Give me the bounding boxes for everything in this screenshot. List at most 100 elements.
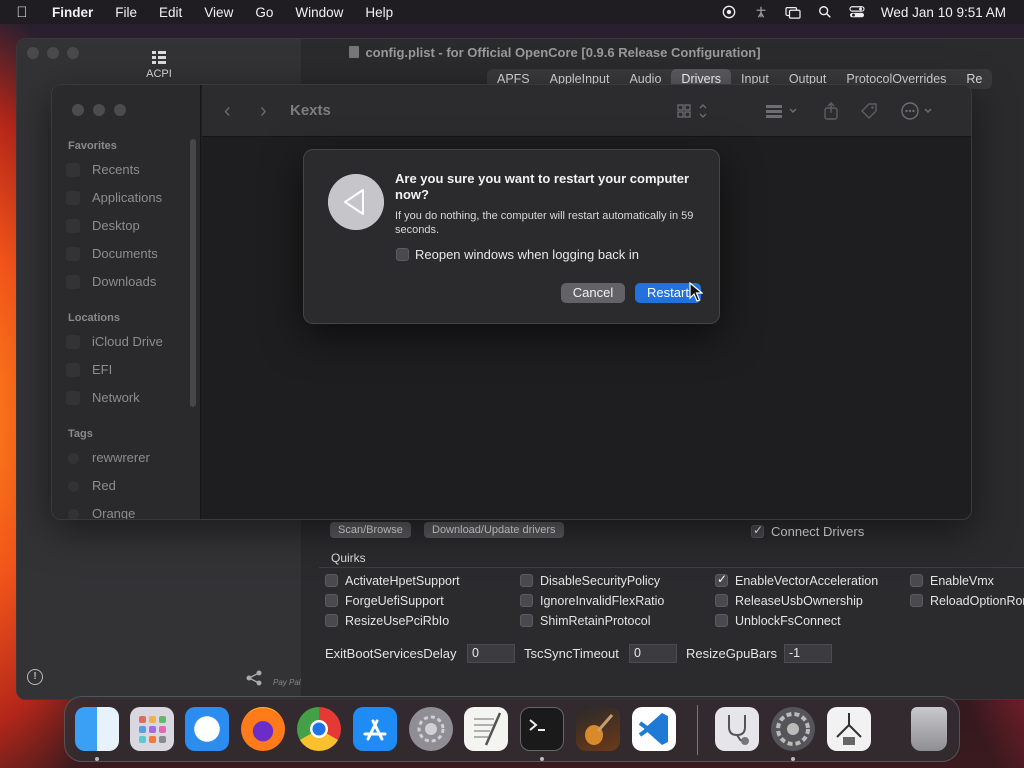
sidebar-item-tag-orange[interactable]: Orange	[68, 506, 135, 519]
quirk-label: DisableSecurityPolicy	[540, 574, 661, 588]
quirk-ignoreinvalidflexratio[interactable]: IgnoreInvalidFlexRatio	[520, 594, 664, 608]
sidebar-item-desktop[interactable]: Desktop	[66, 218, 140, 233]
oc-sidebar-label: ACPI	[146, 68, 172, 80]
checkbox[interactable]	[910, 594, 923, 607]
close-button[interactable]	[27, 47, 39, 59]
sidebar-scrollbar[interactable]	[190, 139, 196, 407]
screen-mirroring-icon[interactable]	[785, 5, 801, 19]
quirk-enablevectoracceleration[interactable]: EnableVectorAcceleration	[715, 572, 878, 588]
launchpad-icon[interactable]	[130, 707, 174, 751]
sidebar-item-recents[interactable]: Recents	[66, 162, 140, 177]
resizegpubars-field[interactable]: -1	[784, 644, 832, 663]
sidebar-item-tag-red[interactable]: Red	[68, 478, 116, 493]
tag-dot-icon	[68, 453, 79, 464]
running-indicator	[95, 757, 99, 761]
quirk-reloadoptionrom[interactable]: ReloadOptionRon	[910, 594, 1024, 608]
menu-go[interactable]: Go	[244, 5, 284, 20]
tag-icon[interactable]	[859, 101, 879, 121]
control-center-icon[interactable]	[849, 5, 865, 19]
accessibility-icon[interactable]	[753, 5, 769, 19]
menu-file[interactable]: File	[104, 5, 148, 20]
minimize-button[interactable]	[47, 47, 59, 59]
app-store-icon[interactable]	[353, 707, 397, 751]
quirk-unblockfsconnect[interactable]: UnblockFsConnect	[715, 614, 841, 628]
terminal-icon[interactable]	[520, 707, 564, 751]
forward-chevron-icon[interactable]: ›	[260, 100, 267, 123]
quirk-shimretainprotocol[interactable]: ShimRetainProtocol	[520, 614, 650, 628]
quirk-resizeusepcirbio[interactable]: ResizeUsePciRbIo	[325, 614, 449, 628]
opencore-configurator-icon[interactable]	[771, 707, 815, 751]
exitbootservicesdelay-field[interactable]: 0	[467, 644, 515, 663]
garageband-icon[interactable]	[576, 707, 620, 751]
checkbox[interactable]	[396, 248, 409, 261]
group-by-icon[interactable]	[764, 101, 802, 121]
checkbox[interactable]	[715, 614, 728, 627]
propertree-icon[interactable]	[827, 707, 871, 751]
sidebar-item-downloads[interactable]: Downloads	[66, 274, 156, 289]
minimize-button[interactable]	[93, 104, 105, 116]
checkbox[interactable]	[715, 594, 728, 607]
menu-app-name[interactable]: Finder	[44, 5, 104, 20]
apple-menu-icon[interactable]: 	[0, 4, 44, 21]
zoom-button[interactable]	[114, 104, 126, 116]
checkbox[interactable]	[520, 574, 533, 587]
checkbox[interactable]	[325, 594, 338, 607]
connect-drivers-checkbox[interactable]: Connect Drivers	[751, 523, 864, 539]
quirk-enablevmx[interactable]: EnableVmx	[910, 574, 994, 588]
paypal-logo[interactable]: Pay Pal	[273, 678, 301, 687]
reopen-windows-checkbox[interactable]: Reopen windows when logging back in	[396, 247, 639, 262]
launchpad-grid	[139, 716, 166, 743]
checkbox[interactable]	[520, 594, 533, 607]
textedit-icon[interactable]	[464, 707, 508, 751]
download-update-drivers-button[interactable]: Download/Update drivers	[424, 522, 564, 538]
quirk-activatehpetsupport[interactable]: ActivateHpetSupport	[325, 574, 460, 588]
sidebar-item-applications[interactable]: Applications	[66, 190, 162, 205]
quirk-disablesecuritypolicy[interactable]: DisableSecurityPolicy	[520, 574, 660, 588]
tscsynctimeout-field[interactable]: 0	[629, 644, 677, 663]
safari-icon[interactable]	[185, 707, 229, 751]
view-grid-icon[interactable]	[676, 101, 712, 121]
quirk-releaseusbownership[interactable]: ReleaseUsbOwnership	[715, 594, 863, 608]
close-button[interactable]	[72, 104, 84, 116]
checkbox[interactable]	[715, 572, 728, 587]
menu-window[interactable]: Window	[284, 5, 354, 20]
disk-utility-icon[interactable]	[715, 707, 759, 751]
info-icon[interactable]: !	[27, 669, 43, 685]
quirk-label: ForgeUefiSupport	[345, 594, 444, 608]
system-settings-icon[interactable]	[409, 707, 453, 751]
back-chevron-icon[interactable]: ‹	[224, 100, 231, 123]
scan-browse-button[interactable]: Scan/Browse	[330, 522, 411, 538]
menu-help[interactable]: Help	[354, 5, 404, 20]
menu-bar-clock[interactable]: Wed Jan 10 9:51 AM	[881, 5, 1006, 20]
tag-dot-icon	[68, 509, 79, 519]
sidebar-item-documents[interactable]: Documents	[66, 246, 158, 261]
menu-view[interactable]: View	[193, 5, 244, 20]
sidebar-item-efi[interactable]: EFI	[66, 362, 113, 377]
share-icon[interactable]	[245, 669, 263, 687]
checkbox[interactable]	[910, 574, 923, 587]
trash-icon[interactable]	[911, 707, 947, 751]
quirk-forgeuefisupport[interactable]: ForgeUefiSupport	[325, 594, 444, 608]
spotlight-search-icon[interactable]	[817, 5, 833, 19]
checkbox[interactable]	[325, 614, 338, 627]
oc-sidebar-item-acpi[interactable]: ACPI	[139, 49, 179, 80]
sidebar-item-label: Recents	[92, 162, 140, 177]
zoom-button[interactable]	[67, 47, 79, 59]
sidebar-item-label: EFI	[92, 362, 113, 377]
sidebar-item-label: rewwrerer	[92, 450, 150, 465]
screen-time-icon[interactable]	[721, 5, 737, 19]
sidebar-item-icloud-drive[interactable]: iCloud Drive	[66, 334, 163, 349]
sidebar-item-tag-rewwrerer[interactable]: rewwrerer	[68, 450, 150, 465]
share-icon[interactable]	[821, 101, 841, 121]
checkbox[interactable]	[751, 523, 764, 538]
sidebar-item-network[interactable]: Network	[66, 390, 140, 405]
checkbox[interactable]	[520, 614, 533, 627]
checkbox[interactable]	[325, 574, 338, 587]
cancel-button[interactable]: Cancel	[561, 283, 625, 303]
more-actions-icon[interactable]	[900, 101, 936, 121]
firefox-icon[interactable]	[241, 707, 285, 751]
vscode-icon[interactable]	[632, 707, 676, 751]
menu-edit[interactable]: Edit	[148, 5, 193, 20]
chrome-icon[interactable]	[297, 707, 341, 751]
finder-icon[interactable]	[75, 707, 119, 751]
